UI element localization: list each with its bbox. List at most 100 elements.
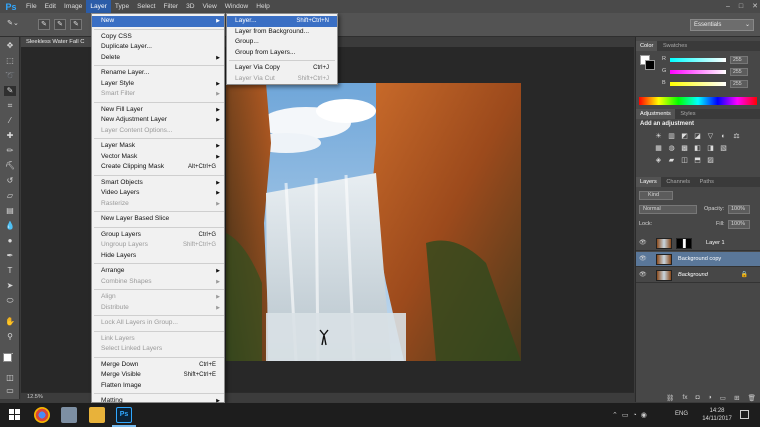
tab-channels[interactable]: Channels (662, 179, 694, 185)
lasso-tool-icon[interactable]: ➰ (4, 71, 16, 81)
photoshop-taskbar-icon[interactable]: Ps (116, 407, 132, 423)
tab-paths[interactable]: Paths (696, 179, 718, 185)
layer-row[interactable]: 👁 Background copy (636, 252, 760, 267)
tab-color[interactable]: Color (636, 41, 658, 51)
brush-tool-icon[interactable]: ✏ (4, 146, 16, 156)
menu-view[interactable]: View (199, 0, 221, 13)
adjustment-preset-icon[interactable]: ▦ (652, 144, 665, 152)
color-channel-value[interactable]: 255 (730, 80, 748, 88)
history-brush-tool-icon[interactable]: ↺ (4, 176, 16, 186)
brush-mode-icon-2[interactable]: ✎ (54, 19, 66, 30)
new-submenu-item-layer-via-copy[interactable]: Layer Via Copy Ctrl+J (227, 63, 337, 74)
menu-3d[interactable]: 3D (182, 0, 198, 13)
crop-tool-icon[interactable]: ⌗ (4, 101, 16, 111)
layer-menu-item-smart-objects[interactable]: Smart Objects ▶ (92, 178, 224, 189)
adjustment-preset-icon[interactable]: ◩ (678, 132, 691, 140)
pen-tool-icon[interactable]: ✒ (4, 251, 16, 261)
layer-row[interactable]: 👁 Background 🔒 (636, 268, 760, 283)
adjustment-preset-icon[interactable]: ▨ (704, 156, 717, 164)
layer-menu-item-merge-down[interactable]: Merge Down Ctrl+E (92, 360, 224, 371)
menu-filter[interactable]: Filter (159, 0, 182, 13)
layer-menu-item-create-clipping-mask[interactable]: Create Clipping Mask Alt+Ctrl+G (92, 162, 224, 173)
layer-menu-item-merge-visible[interactable]: Merge Visible Shift+Ctrl+E (92, 370, 224, 381)
notifications-icon[interactable] (740, 410, 749, 419)
adjustment-preset-icon[interactable]: ⚖ (730, 132, 743, 140)
visibility-eye-icon[interactable]: 👁 (639, 255, 647, 262)
screen-mode-icon[interactable]: ▭ (4, 386, 16, 396)
adjustment-preset-icon[interactable]: ☀ (652, 132, 665, 140)
menu-select[interactable]: Select (133, 0, 159, 13)
blend-mode-select[interactable]: Normal (639, 205, 697, 214)
layer-menu-item-new-fill-layer[interactable]: New Fill Layer ▶ (92, 105, 224, 116)
color-spectrum-bar[interactable] (639, 97, 757, 105)
layer-menu-item-layer-mask[interactable]: Layer Mask ▶ (92, 141, 224, 152)
layer-menu-item-arrange[interactable]: Arrange ▶ (92, 266, 224, 277)
language-indicator[interactable]: ENG (675, 411, 688, 417)
layer-menu-item-layer-style[interactable]: Layer Style ▶ (92, 79, 224, 90)
new-submenu-item-group[interactable]: Group... (227, 37, 337, 48)
tab-swatches[interactable]: Swatches (659, 43, 691, 49)
foreground-color-swatch[interactable] (3, 353, 12, 362)
quick-mask-icon[interactable]: ◫ (4, 373, 16, 383)
color-background-swatch[interactable] (645, 60, 655, 70)
zoom-level[interactable]: 12.5% (27, 394, 43, 400)
windows-start-icon[interactable] (9, 409, 20, 420)
adjustment-preset-icon[interactable]: ◐ (717, 133, 730, 140)
layer-menu-item-video-layers[interactable]: Video Layers ▶ (92, 188, 224, 199)
adjustment-preset-icon[interactable]: ▧ (717, 144, 730, 152)
menu-help[interactable]: Help (252, 0, 274, 13)
layer-menu-item-flatten-image[interactable]: Flatten Image (92, 381, 224, 392)
layer-menu-item-hide-layers[interactable]: Hide Layers (92, 251, 224, 262)
adjustment-preset-icon[interactable]: ⬒ (691, 156, 704, 164)
workspace-select[interactable]: Essentials ⌄ (690, 19, 754, 31)
eyedropper-tool-icon[interactable]: ⁄ (4, 116, 16, 126)
eraser-tool-icon[interactable]: ▱ (4, 191, 16, 201)
marquee-tool-icon[interactable]: ⬚ (4, 56, 16, 66)
tab-layers[interactable]: Layers (636, 177, 661, 187)
adjustment-preset-icon[interactable]: ◧ (691, 144, 704, 152)
layer-menu-item-new[interactable]: New ▶ (92, 16, 224, 27)
adjustment-preset-icon[interactable]: ◨ (704, 144, 717, 152)
trash-icon[interactable]: 🗑 (748, 394, 756, 402)
color-channel-slider[interactable] (670, 58, 726, 62)
move-tool-icon[interactable]: ✥ (4, 41, 16, 51)
fx-icon[interactable]: fx (682, 394, 687, 402)
brush-mode-icon-3[interactable]: ✎ (70, 19, 82, 30)
tab-adjustments[interactable]: Adjustments (636, 109, 675, 119)
layer-row[interactable]: 👁 Layer 1 (636, 236, 760, 251)
layer-menu-item-rename-layer[interactable]: Rename Layer... (92, 68, 224, 79)
mask-icon[interactable]: ◘ (696, 394, 700, 402)
zoom-tool-icon[interactable]: ⚲ (4, 332, 16, 342)
system-tray-icons[interactable]: ⌃▭◔◉ (612, 411, 651, 419)
visibility-eye-icon[interactable]: 👁 (639, 271, 647, 278)
layer-menu-item-copy-css[interactable]: Copy CSS (92, 32, 224, 43)
adjustment-preset-icon[interactable]: ◍ (665, 144, 678, 152)
brush-mode-icon-1[interactable]: ✎ (38, 19, 50, 30)
menu-type[interactable]: Type (111, 0, 133, 13)
menu-layer[interactable]: Layer (86, 0, 111, 13)
folder-icon[interactable]: ▭ (720, 394, 726, 402)
chrome-icon[interactable] (34, 407, 50, 423)
menu-file[interactable]: File (22, 0, 41, 13)
fill-input[interactable]: 100% (728, 220, 750, 229)
layer-menu-item-new-adjustment-layer[interactable]: New Adjustment Layer ▶ (92, 115, 224, 126)
path-select-tool-icon[interactable]: ➤ (4, 281, 16, 291)
link-icon[interactable]: ⛓ (666, 394, 674, 402)
color-channel-slider[interactable] (670, 82, 726, 86)
adjustment-preset-icon[interactable]: ◈ (652, 156, 665, 164)
shape-tool-icon[interactable]: ⬭ (4, 296, 16, 306)
adjustment-preset-icon[interactable]: ▥ (665, 132, 678, 140)
file-icon[interactable] (61, 407, 77, 423)
new-submenu-item-layer[interactable]: Layer... Shift+Ctrl+N (227, 16, 337, 27)
menu-window[interactable]: Window (221, 0, 252, 13)
maximize-button[interactable]: □ (739, 0, 743, 13)
new-submenu-item-layer-from-background[interactable]: Layer from Background... (227, 27, 337, 38)
adjustment-preset-icon[interactable]: ▽ (704, 132, 717, 140)
adjustment-preset-icon[interactable]: ▰ (665, 156, 678, 164)
visibility-eye-icon[interactable]: 👁 (639, 239, 647, 246)
dodge-tool-icon[interactable]: ● (4, 236, 16, 246)
quick-select-tool-icon[interactable]: ✎ (4, 86, 16, 96)
layer-filter-select[interactable]: Kind (639, 191, 673, 200)
color-channel-value[interactable]: 255 (730, 56, 748, 64)
blur-tool-icon[interactable]: 💧 (4, 221, 16, 231)
